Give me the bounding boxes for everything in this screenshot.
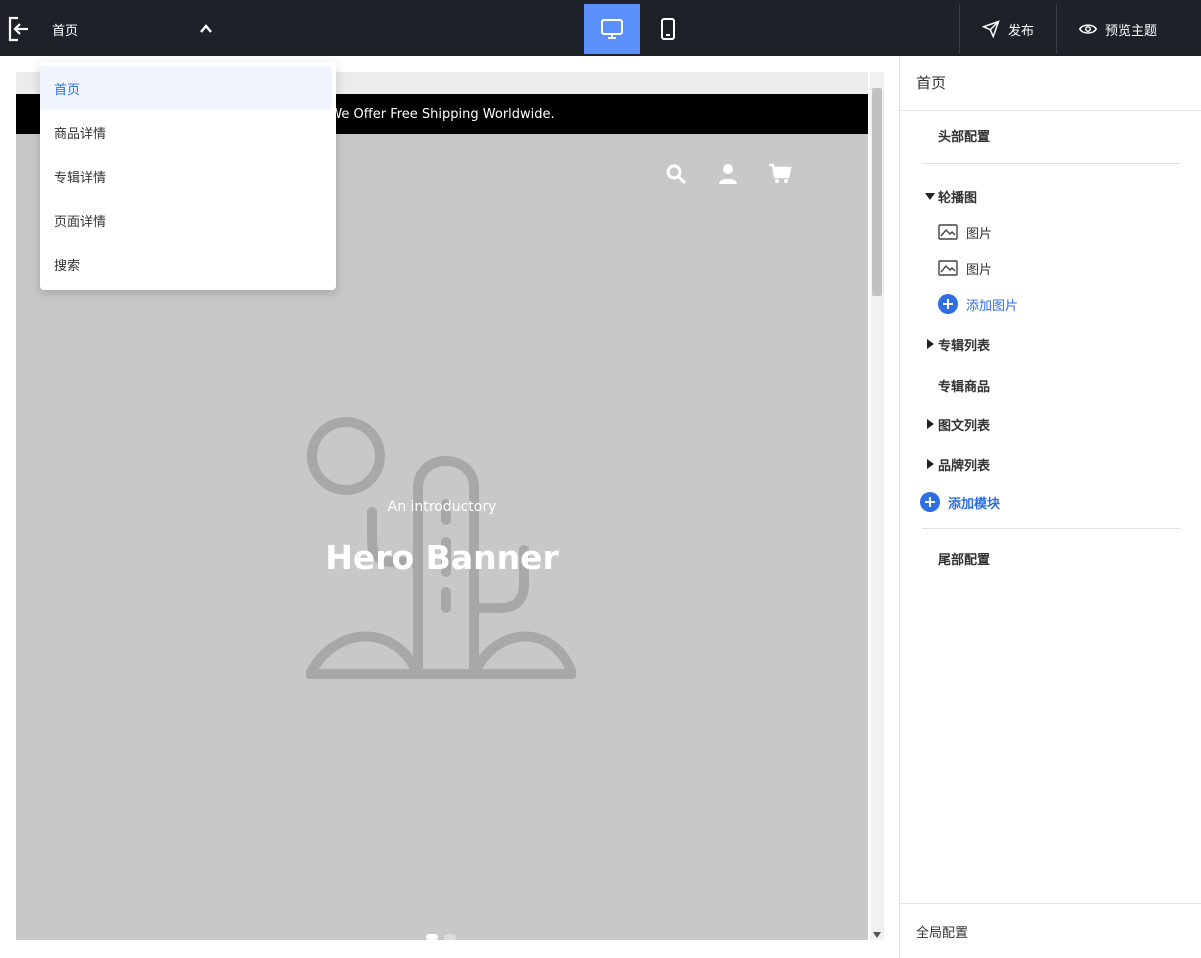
image-icon <box>938 260 958 276</box>
preview-theme-label: 预览主题 <box>1104 23 1157 39</box>
dropdown-item-label: 页面详情 <box>54 214 107 230</box>
module-label: 品牌列表 <box>938 458 991 474</box>
scroll-down-arrow-icon[interactable] <box>873 932 881 938</box>
top-actions: 发布 预览主题 <box>958 4 1179 54</box>
add-module-label: 添加模块 <box>948 496 1001 512</box>
module-album-list[interactable]: 专辑列表 <box>922 332 990 356</box>
module-label: 轮播图 <box>938 190 978 206</box>
panel-title: 首页 <box>916 74 947 92</box>
top-bar: 首页 发布 预览主题 <box>0 0 1201 56</box>
dropdown-item-album-detail[interactable]: 专辑详情 <box>40 154 336 198</box>
module-brand-list[interactable]: 品牌列表 <box>922 452 990 476</box>
dropdown-item-label: 商品详情 <box>54 126 107 142</box>
add-module-button[interactable]: 添加模块 <box>920 490 1000 514</box>
preview-theme-button[interactable]: 预览主题 <box>1055 4 1179 54</box>
dropdown-item-label: 专辑详情 <box>54 170 107 186</box>
eye-icon <box>1078 24 1097 34</box>
preview-scrollbar[interactable] <box>870 72 884 940</box>
chevron-up-icon <box>200 24 212 33</box>
add-image-label: 添加图片 <box>966 298 1019 314</box>
divider <box>900 903 1201 904</box>
global-config-button[interactable]: 全局配置 <box>916 922 968 941</box>
device-switch <box>584 4 696 54</box>
carousel-image-item[interactable]: 图片 <box>938 258 992 278</box>
divider <box>922 528 1180 529</box>
header-config-button[interactable]: 头部配置 <box>938 126 990 145</box>
dropdown-item-search[interactable]: 搜索 <box>40 242 336 286</box>
monitor-icon <box>601 19 623 39</box>
publish-label: 发布 <box>1007 23 1034 39</box>
image-icon <box>938 224 958 240</box>
carousel-image-item[interactable]: 图片 <box>938 222 992 242</box>
phone-icon <box>661 18 675 40</box>
divider <box>900 110 1201 111</box>
footer-config-button[interactable]: 尾部配置 <box>938 549 990 568</box>
divider <box>922 163 1180 164</box>
caret-down-icon[interactable] <box>922 184 938 208</box>
add-image-button[interactable]: 添加图片 <box>938 292 1018 316</box>
user-icon[interactable] <box>716 162 740 186</box>
module-carousel[interactable]: 轮播图 <box>922 184 977 208</box>
page-select[interactable]: 首页 <box>40 10 225 48</box>
dropdown-item-home[interactable]: 首页 <box>40 66 332 110</box>
plus-circle-icon <box>938 294 958 314</box>
image-item-label: 图片 <box>966 226 993 242</box>
search-icon[interactable] <box>664 162 688 186</box>
scrollbar-thumb[interactable] <box>872 88 882 296</box>
dropdown-item-label: 搜索 <box>54 258 81 274</box>
send-icon <box>981 20 1000 38</box>
module-image-text-list[interactable]: 图文列表 <box>922 412 990 436</box>
carousel-dots <box>426 934 456 940</box>
dropdown-item-label: 首页 <box>54 82 81 98</box>
module-label: 专辑列表 <box>938 338 991 354</box>
module-label: 图文列表 <box>938 418 991 434</box>
module-album-products[interactable]: 专辑商品 <box>938 376 990 395</box>
config-panel: 首页 头部配置 轮播图 图片 图片 添加图片 专辑列表 专辑商品 图文列表 品牌… <box>899 56 1201 958</box>
announcement-text: We Offer Free Shipping Worldwide. <box>329 106 555 122</box>
carousel-dot[interactable] <box>426 934 438 940</box>
store-header-icons <box>664 162 792 186</box>
hero-subtitle: An introductory <box>387 499 497 515</box>
caret-right-icon[interactable] <box>922 452 938 476</box>
publish-button[interactable]: 发布 <box>958 4 1056 54</box>
caret-right-icon[interactable] <box>922 332 938 356</box>
dropdown-item-page-detail[interactable]: 页面详情 <box>40 198 336 242</box>
page-select-value: 首页 <box>52 23 79 39</box>
mobile-view-button[interactable] <box>640 4 696 54</box>
hero-title: Hero Banner <box>325 538 559 577</box>
plus-circle-icon <box>920 492 940 512</box>
caret-right-icon[interactable] <box>922 412 938 436</box>
exit-icon[interactable] <box>6 14 32 44</box>
page-select-dropdown: 首页 商品详情 专辑详情 页面详情 搜索 <box>40 62 336 290</box>
desktop-view-button[interactable] <box>584 4 640 54</box>
carousel-dot[interactable] <box>444 934 456 940</box>
cart-icon[interactable] <box>768 162 792 186</box>
dropdown-item-product-detail[interactable]: 商品详情 <box>40 110 336 154</box>
image-item-label: 图片 <box>966 262 993 278</box>
